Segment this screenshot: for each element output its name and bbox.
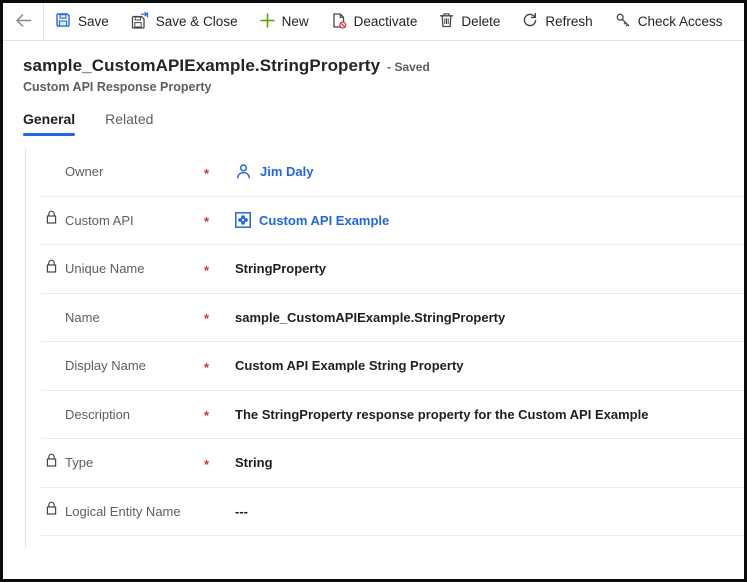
required-asterisk: *	[204, 163, 209, 181]
new-button[interactable]: New	[249, 3, 320, 40]
check-access-button[interactable]: Check Access	[604, 3, 734, 40]
delete-icon	[439, 12, 454, 31]
field-label: Logical Entity Name	[65, 504, 181, 519]
field-row-custom-api: Custom API *	[41, 197, 744, 246]
add-icon	[260, 13, 275, 31]
refresh-icon	[522, 12, 538, 31]
deactivate-button-label: Deactivate	[354, 14, 418, 29]
field-value[interactable]: Jim Daly	[235, 163, 313, 180]
required-asterisk: *	[204, 308, 209, 326]
field-row-description: Description *	[41, 391, 744, 440]
field-value-link[interactable]: Jim Daly	[260, 164, 313, 179]
field-label: Unique Name	[65, 261, 145, 276]
field-value-link[interactable]: Custom API Example	[259, 213, 389, 228]
lock-icon	[45, 453, 58, 473]
field-value[interactable]: Custom API Example String Property	[235, 358, 464, 373]
field-label: Description	[65, 407, 130, 422]
refresh-button[interactable]: Refresh	[511, 3, 603, 40]
save-icon	[55, 12, 71, 31]
field-value-text[interactable]: StringProperty	[235, 261, 326, 276]
back-arrow-icon	[15, 13, 32, 31]
field-label: Owner	[65, 164, 103, 179]
app-window: Save Save & Close New	[0, 0, 747, 582]
field-value[interactable]: The StringProperty response property for…	[235, 407, 648, 422]
save-status-badge: - Saved	[387, 60, 430, 74]
check-access-button-label: Check Access	[638, 14, 723, 29]
field-label: Type	[65, 455, 93, 470]
command-bar: Save Save & Close New	[3, 3, 744, 41]
field-label: Display Name	[65, 358, 146, 373]
lock-icon	[45, 259, 58, 279]
save-button-label: Save	[78, 14, 109, 29]
field-value[interactable]: String	[235, 455, 273, 470]
lock-icon	[45, 501, 58, 521]
deactivate-button[interactable]: Deactivate	[320, 3, 429, 40]
delete-button-label: Delete	[461, 14, 500, 29]
field-label: Custom API	[65, 213, 134, 228]
tab-general[interactable]: General	[23, 111, 75, 136]
field-label: Name	[65, 310, 100, 325]
save-and-close-button-label: Save & Close	[156, 14, 238, 29]
deactivate-icon	[331, 12, 347, 32]
field-row-owner: Owner *	[41, 148, 744, 197]
back-button[interactable]	[3, 3, 43, 40]
record-header: sample_CustomAPIExample.StringProperty -…	[3, 41, 744, 94]
field-value-text[interactable]: String	[235, 455, 273, 470]
field-row-logical-entity-name: Logical Entity Name	[41, 488, 744, 537]
key-icon	[615, 12, 631, 31]
delete-button[interactable]: Delete	[428, 3, 511, 40]
required-asterisk: *	[204, 454, 209, 472]
field-value[interactable]: ---	[235, 504, 248, 519]
custom-api-record-icon	[235, 212, 251, 228]
save-button[interactable]: Save	[44, 3, 120, 40]
active-tab-underline	[23, 133, 75, 136]
field-value-text[interactable]: sample_CustomAPIExample.StringProperty	[235, 310, 505, 325]
person-icon	[235, 163, 252, 180]
field-value[interactable]: Custom API Example	[235, 212, 389, 228]
field-row-unique-name: Unique Name *	[41, 245, 744, 294]
required-asterisk: *	[204, 357, 209, 375]
field-row-display-name: Display Name *	[41, 342, 744, 391]
required-asterisk: *	[204, 211, 209, 229]
new-button-label: New	[282, 14, 309, 29]
refresh-button-label: Refresh	[545, 14, 592, 29]
required-asterisk: *	[204, 260, 209, 278]
field-value-text[interactable]: ---	[235, 504, 248, 519]
tab-related[interactable]: Related	[105, 111, 153, 136]
general-form-section: Owner *	[25, 148, 744, 548]
form-tabs: General Related	[3, 111, 744, 136]
save-and-close-button[interactable]: Save & Close	[120, 3, 249, 40]
field-row-type: Type *	[41, 439, 744, 488]
field-value-text[interactable]: The StringProperty response property for…	[235, 407, 648, 422]
lock-icon	[45, 210, 58, 230]
entity-type-label: Custom API Response Property	[23, 80, 724, 94]
save-close-icon	[131, 12, 149, 32]
field-row-name: Name *	[41, 294, 744, 343]
page-title: sample_CustomAPIExample.StringProperty	[23, 56, 380, 76]
field-value[interactable]: StringProperty	[235, 261, 326, 276]
required-asterisk: *	[204, 405, 209, 423]
field-value-text[interactable]: Custom API Example String Property	[235, 358, 464, 373]
field-value[interactable]: sample_CustomAPIExample.StringProperty	[235, 310, 505, 325]
